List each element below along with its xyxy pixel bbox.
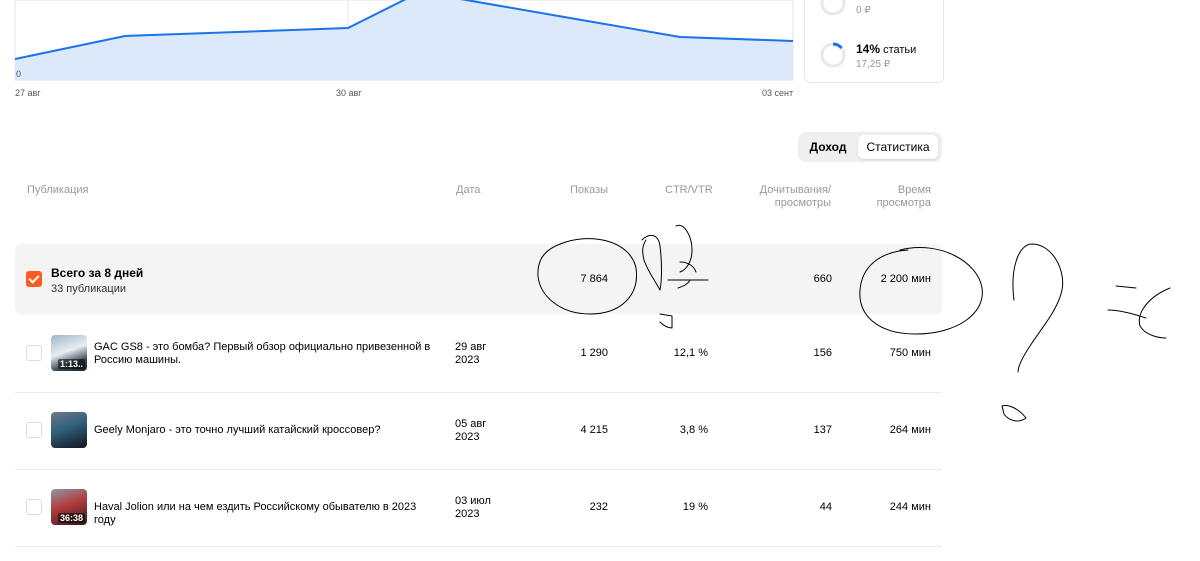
total-row: Всего за 8 дней 33 публикации 7 864 660 …: [15, 244, 942, 314]
row-reads: 44: [819, 501, 832, 513]
income-breakdown-card: 0 ₽ 14% статьи 17,25 ₽: [804, 0, 944, 83]
publication-title[interactable]: Haval Jolion или на чем ездить Российско…: [94, 501, 434, 527]
row-ctr: 3,8 %: [679, 424, 708, 436]
x-tick-label: 30 авг: [336, 88, 362, 98]
header-ctr[interactable]: CTR/VTR: [665, 184, 713, 197]
header-date[interactable]: Дата: [456, 184, 480, 197]
row-checkbox[interactable]: [26, 422, 42, 438]
progress-ring-icon: [820, 0, 846, 16]
row-time: 264 мин: [889, 424, 931, 436]
header-reads[interactable]: Дочитывания/ просмотры: [730, 184, 831, 210]
toggle-stats-button[interactable]: Статистика: [858, 135, 938, 159]
date-year: 2023: [455, 431, 480, 443]
header-shows[interactable]: Показы: [570, 184, 608, 197]
date-year: 2023: [455, 508, 480, 520]
articles-label: статьи: [883, 44, 917, 56]
select-all-checkbox[interactable]: [26, 271, 42, 287]
x-tick-label: 03 сент: [762, 88, 793, 98]
scribble-partial-circle: [1107, 285, 1171, 339]
row-checkbox[interactable]: [26, 499, 42, 515]
views-chart: 0 27 авг 30 авг 03 сент: [0, 0, 800, 110]
row-shows: 1 290: [580, 347, 608, 359]
video-thumbnail[interactable]: 1:13..: [51, 335, 87, 371]
table-row[interactable]: 36:38 Haval Jolion или на чем ездить Рос…: [15, 470, 942, 547]
total-subtitle: 33 публикации: [51, 283, 127, 295]
header-publication[interactable]: Публикация: [27, 184, 88, 197]
video-thumbnail[interactable]: 36:38: [51, 489, 87, 525]
header-time-line1: Время: [897, 184, 931, 196]
table-row[interactable]: Geely Monjaro - это точно лучший катайск…: [15, 393, 942, 470]
header-time-line2: просмотра: [876, 197, 931, 209]
publication-date: 05 авг 2023: [455, 418, 486, 444]
header-reads-line1: Дочитывания/: [759, 184, 831, 196]
articles-share: 14% статьи: [856, 42, 916, 56]
scribble-question-mark: [1001, 243, 1064, 422]
x-tick-label: 27 авг: [15, 88, 41, 98]
publication-date: 29 авг 2023: [455, 341, 486, 367]
video-duration: 36:38: [57, 513, 85, 523]
header-time[interactable]: Время просмотра: [850, 184, 931, 210]
view-toggle: Доход Статистика: [798, 132, 942, 162]
video-duration: 1:13..: [57, 359, 85, 369]
publication-title[interactable]: Geely Monjaro - это точно лучший катайск…: [94, 424, 434, 437]
total-shows: 7 864: [580, 273, 608, 285]
income-value: 0 ₽: [856, 5, 871, 16]
row-shows: 232: [589, 501, 608, 513]
chart-canvas: 0 27 авг 30 авг 03 сент: [14, 0, 794, 98]
row-time: 750 мин: [889, 347, 931, 359]
table-row[interactable]: 1:13.. GAC GS8 - это бомба? Первый обзор…: [15, 316, 942, 393]
row-ctr: 12,1 %: [673, 347, 708, 359]
toggle-income-button[interactable]: Доход: [802, 135, 854, 159]
header-reads-line2: просмотры: [774, 197, 831, 209]
row-checkbox[interactable]: [26, 345, 42, 361]
total-title: Всего за 8 дней: [51, 266, 144, 280]
video-thumbnail[interactable]: [51, 412, 87, 448]
date-day: 05 авг: [455, 418, 487, 430]
total-reads: 660: [813, 273, 832, 285]
row-ctr: 19 %: [682, 501, 708, 513]
row-time: 244 мин: [889, 501, 931, 513]
publication-date: 03 июл 2023: [455, 495, 491, 521]
date-day: 03 июл: [455, 495, 491, 507]
y-zero-label: 0: [16, 69, 21, 79]
articles-percent: 14%: [856, 42, 881, 56]
date-year: 2023: [455, 354, 480, 366]
progress-ring-icon: [820, 42, 846, 68]
articles-income: 17,25 ₽: [856, 59, 891, 70]
total-time: 2 200 мин: [880, 273, 931, 285]
date-day: 29 авг: [455, 341, 487, 353]
row-shows: 4 215: [580, 424, 608, 436]
chart-area-fill: [15, 0, 793, 80]
row-reads: 137: [813, 424, 832, 436]
row-reads: 156: [813, 347, 832, 359]
publication-title[interactable]: GAC GS8 - это бомба? Первый обзор официа…: [94, 341, 434, 367]
